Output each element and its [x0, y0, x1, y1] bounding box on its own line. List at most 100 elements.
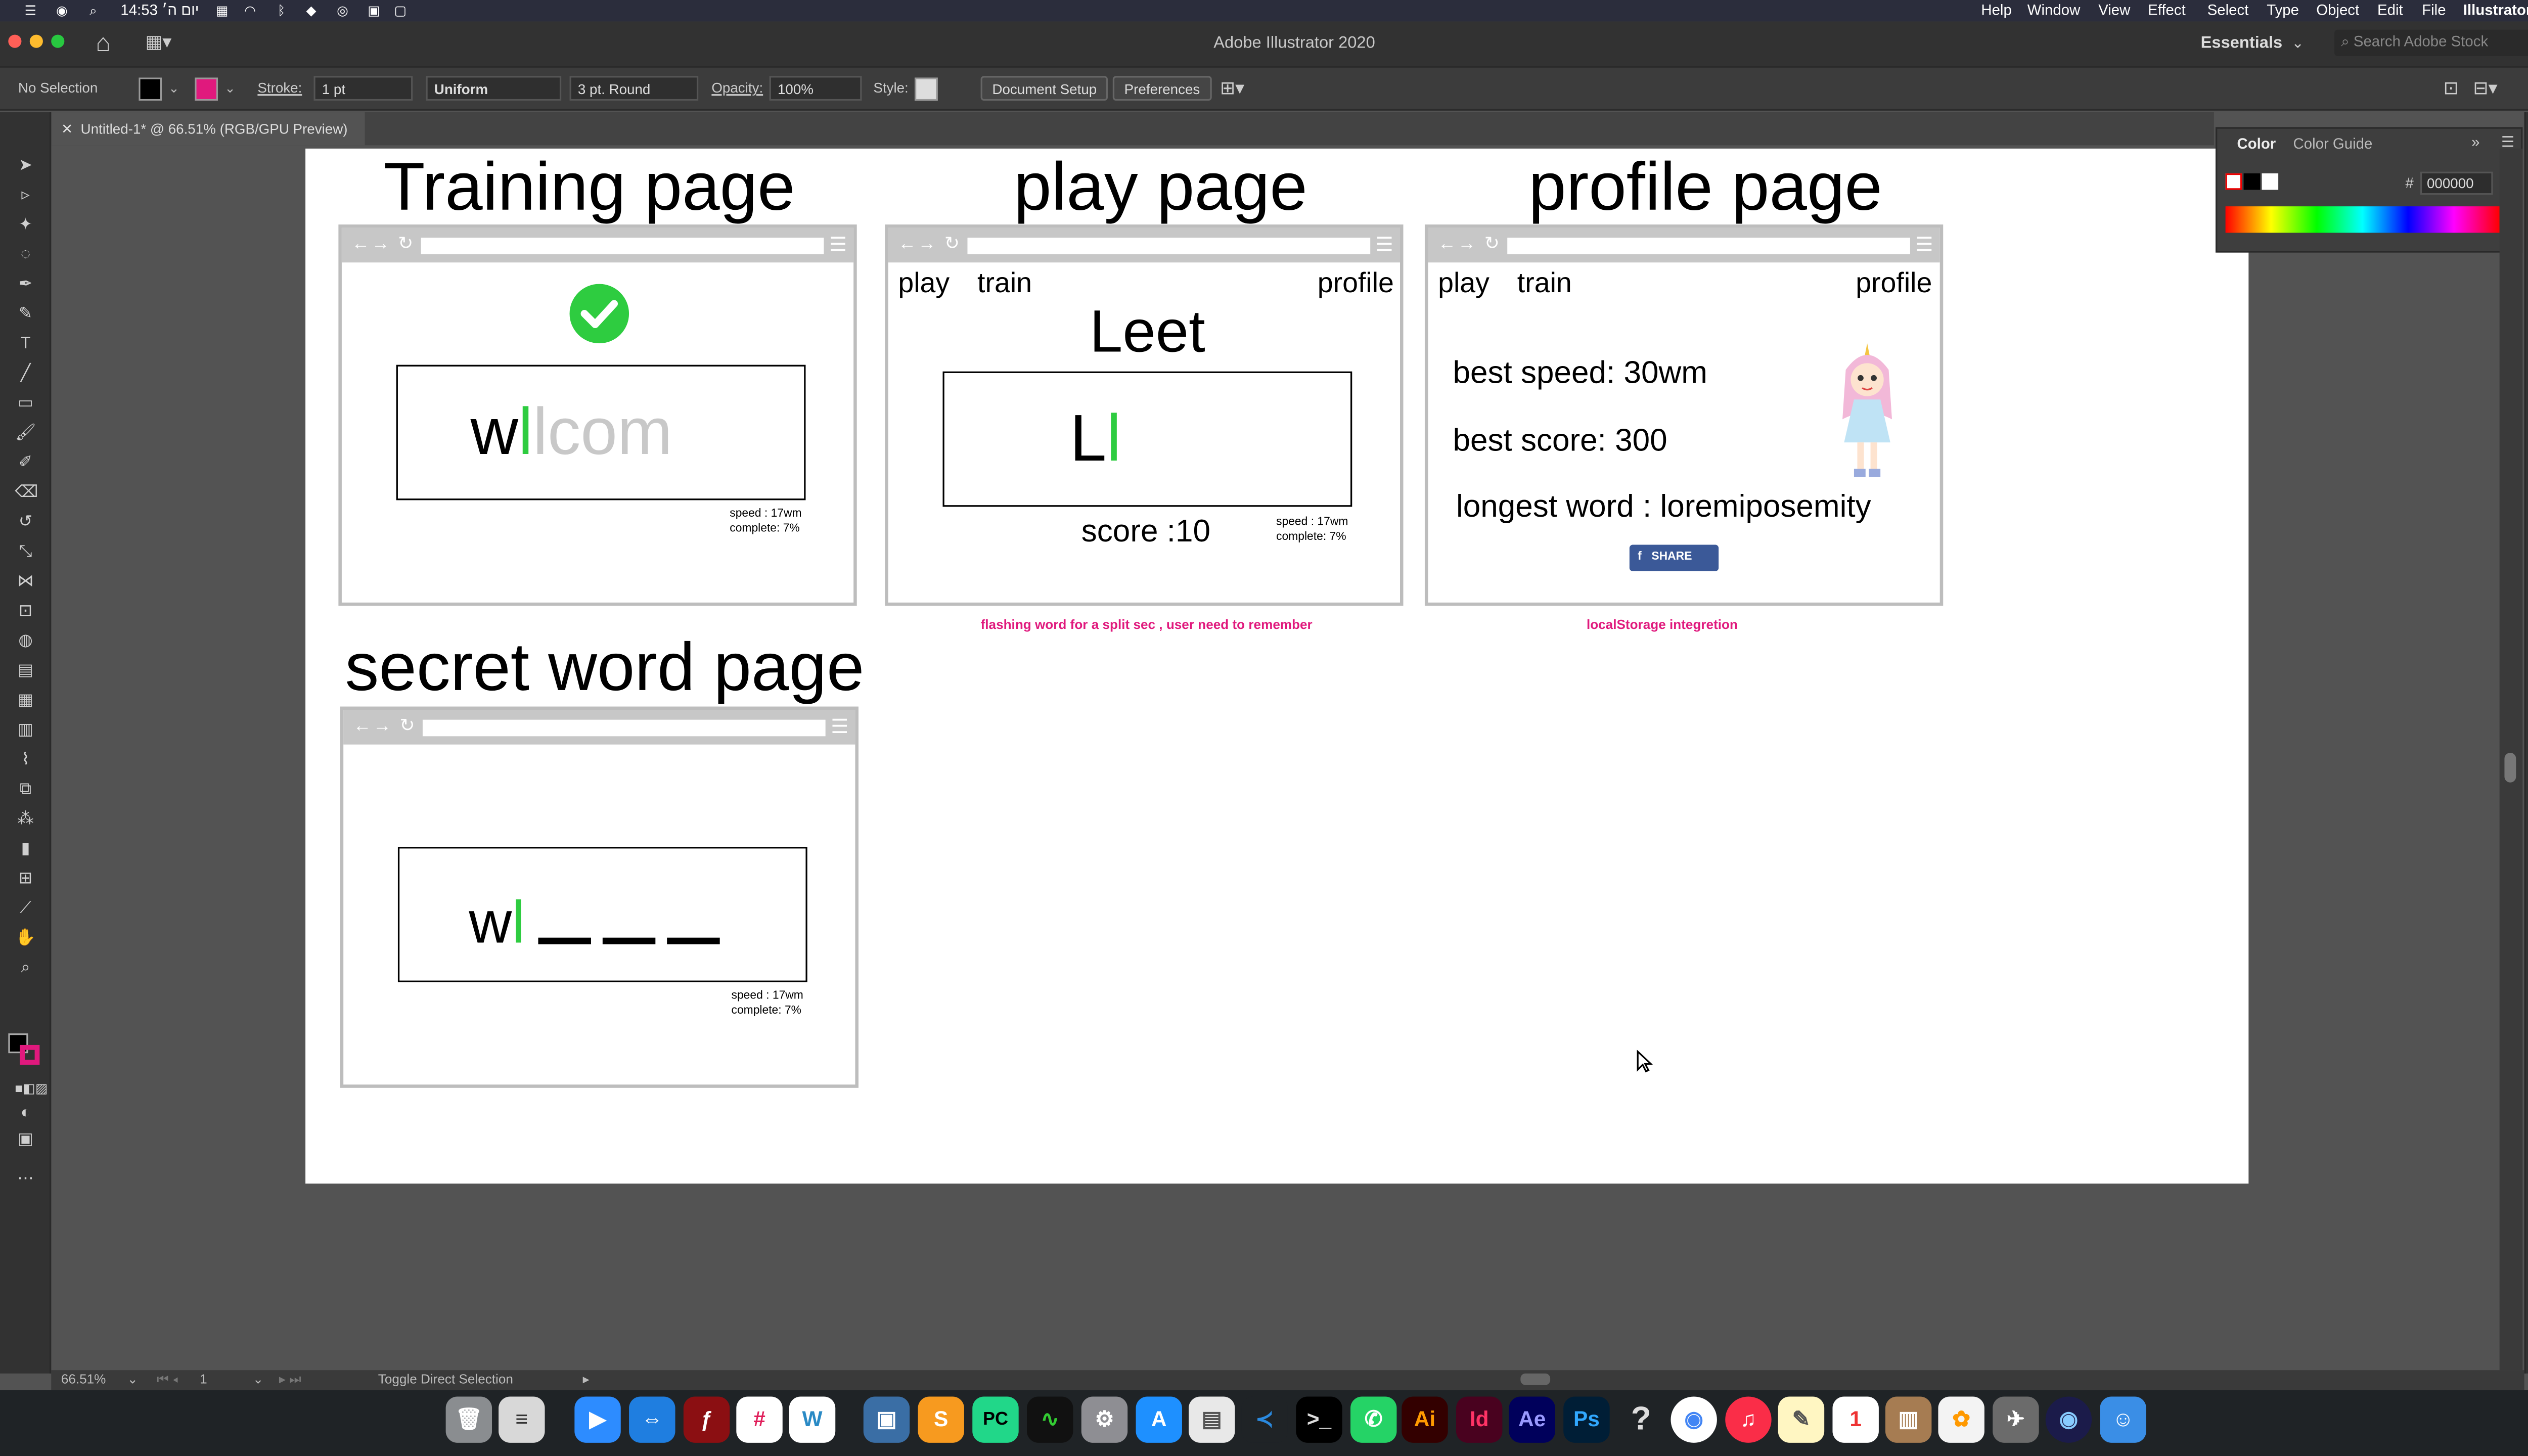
menu-type[interactable]: Type: [2267, 2, 2299, 18]
color-guide-tab[interactable]: Color Guide: [2293, 135, 2373, 152]
zoom-tool-icon[interactable]: ⌕: [15, 958, 36, 979]
search-icon[interactable]: ⌕: [86, 4, 101, 18]
eyedropper-icon[interactable]: ⌇: [15, 749, 36, 770]
document-tab[interactable]: ✕ Untitled-1* @ 66.51% (RGB/GPU Preview): [51, 112, 365, 146]
activity-icon[interactable]: ∿: [1027, 1396, 1073, 1443]
pen-tool-icon[interactable]: ✒: [15, 274, 36, 295]
help-icon[interactable]: ?: [1618, 1396, 1664, 1442]
notes-icon[interactable]: ≡: [499, 1396, 545, 1443]
pycharm-icon[interactable]: PC: [972, 1396, 1019, 1443]
scale-tool-icon[interactable]: ⤡: [15, 541, 36, 563]
slice-tool-icon[interactable]: ⟋: [15, 898, 36, 919]
paintbrush-tool-icon[interactable]: 🖌: [15, 423, 36, 444]
status-menu-icon[interactable]: ▸: [583, 1372, 590, 1386]
chevron-down-icon[interactable]: ⌄: [168, 81, 179, 96]
preview-icon[interactable]: ▤: [1189, 1396, 1235, 1443]
magic-wand-icon[interactable]: ✦: [15, 214, 36, 236]
menu-edit[interactable]: Edit: [2377, 2, 2403, 18]
type-tool-icon[interactable]: T: [15, 334, 36, 355]
horizontal-scroll-thumb[interactable]: [1520, 1373, 1551, 1385]
vscode-icon[interactable]: ≺: [1241, 1396, 1288, 1443]
lasso-icon[interactable]: ◌: [15, 244, 36, 265]
menu-view[interactable]: View: [2098, 2, 2130, 18]
arrange-icon[interactable]: ⊡: [2444, 77, 2459, 99]
graphic-style-swatch[interactable]: [914, 77, 938, 101]
trash-icon[interactable]: 🗑: [445, 1396, 492, 1443]
indesign-icon[interactable]: Id: [1456, 1396, 1503, 1443]
stroke-color-icon[interactable]: [20, 1044, 40, 1065]
chevron-down-icon[interactable]: ⌄: [2291, 35, 2304, 53]
hex-input[interactable]: 000000: [2420, 171, 2493, 195]
eraser-tool-icon[interactable]: ⌫: [15, 482, 38, 503]
mesh-tool-icon[interactable]: ▦: [15, 690, 36, 711]
line-tool-icon[interactable]: ╱: [15, 363, 36, 384]
shaper-tool-icon[interactable]: ✐: [15, 452, 36, 474]
siri-icon[interactable]: ◉: [55, 4, 69, 18]
drawing-mode-icon[interactable]: ◐: [15, 1103, 36, 1124]
chrome-icon[interactable]: ◉: [1671, 1396, 1717, 1443]
zoom-icon[interactable]: ▶: [574, 1396, 621, 1443]
white-swatch[interactable]: [2262, 173, 2279, 190]
list-icon[interactable]: ☰: [23, 4, 38, 18]
wifi-icon[interactable]: ◠: [243, 4, 257, 18]
color-spectrum[interactable]: [2225, 206, 2500, 233]
selection-tool-icon[interactable]: ➤: [15, 155, 36, 176]
finder-icon[interactable]: ☺: [2100, 1396, 2146, 1443]
artboard-nav-prev-icon[interactable]: ⏮ ◂: [157, 1372, 178, 1388]
width-tool-icon[interactable]: ⋈: [15, 571, 36, 593]
calendar-icon[interactable]: 1: [1832, 1396, 1879, 1443]
chevron-down-icon[interactable]: ⌄: [127, 1372, 138, 1386]
scroll-thumb[interactable]: [2504, 752, 2516, 783]
search-stock-input[interactable]: ⌕ Search Adobe Stock: [2334, 29, 2528, 57]
aftereffects-icon[interactable]: Ae: [1509, 1396, 1555, 1443]
fill-swatch[interactable]: [139, 77, 162, 101]
cloud-icon[interactable]: ◎: [335, 4, 350, 18]
chevron-down-icon[interactable]: ⌄: [253, 1372, 264, 1386]
zoom-level[interactable]: 66.51%: [61, 1372, 106, 1386]
virtualbox-icon[interactable]: ▣: [863, 1396, 910, 1443]
variable-width-profile[interactable]: Uniform: [426, 76, 562, 101]
menu-window[interactable]: Window: [2027, 2, 2081, 18]
graph-tool-icon[interactable]: ▮: [15, 839, 36, 860]
bluetooth-icon[interactable]: ᛒ: [274, 4, 289, 18]
zoom-status-icon[interactable]: ▣: [367, 4, 381, 18]
none-swatch[interactable]: [2225, 173, 2242, 190]
rotate-tool-icon[interactable]: ↺: [15, 512, 36, 533]
curvature-tool-icon[interactable]: ✎: [15, 304, 36, 325]
color-mode-icon[interactable]: ■◧▨: [15, 1078, 48, 1099]
hand-tool-icon[interactable]: ✋: [15, 928, 36, 949]
launchpad-icon[interactable]: ✈: [1993, 1396, 2039, 1443]
artboard[interactable]: Training page ←→ ↻ ☰ wllcom speed : 17wm…: [305, 148, 2249, 1184]
document-setup-button[interactable]: Document Setup: [980, 76, 1109, 101]
stroke-weight-input[interactable]: 1 pt: [313, 76, 413, 101]
slack-icon[interactable]: #: [736, 1396, 783, 1443]
app-status-icon[interactable]: ◆: [304, 4, 319, 18]
teamviewer-icon[interactable]: ⇔: [629, 1396, 675, 1443]
screen-mode-icon[interactable]: ▣: [15, 1129, 36, 1150]
align-icon[interactable]: ⊞▾: [1220, 77, 1244, 99]
menu-select[interactable]: Select: [2207, 2, 2249, 18]
flash-icon[interactable]: ƒ: [683, 1396, 730, 1443]
vertical-scrollbar[interactable]: [2499, 148, 2523, 1371]
rectangle-tool-icon[interactable]: ▭: [15, 393, 36, 414]
appstore-icon[interactable]: A: [1136, 1396, 1182, 1443]
more-tools-icon[interactable]: ⋯: [15, 1169, 36, 1190]
direct-selection-tool-icon[interactable]: ▹: [15, 185, 36, 206]
chat-status-icon[interactable]: ▢: [393, 4, 408, 18]
symbol-sprayer-icon[interactable]: ⁂: [15, 809, 36, 830]
menu-object[interactable]: Object: [2316, 2, 2359, 18]
menu-file[interactable]: File: [2422, 2, 2446, 18]
photos-icon[interactable]: ✿: [1938, 1396, 1984, 1443]
webstorm-icon[interactable]: W: [789, 1396, 836, 1443]
brush-definition[interactable]: 3 pt. Round: [569, 76, 699, 101]
preferences-button[interactable]: Preferences: [1112, 76, 1212, 101]
black-swatch[interactable]: [2243, 173, 2261, 190]
blend-tool-icon[interactable]: ⧉: [15, 779, 36, 800]
opacity-label[interactable]: Opacity:: [711, 79, 763, 96]
expand-panel-icon[interactable]: »: [2471, 133, 2479, 150]
notes2-icon[interactable]: ✎: [1778, 1396, 1825, 1443]
whatsapp-icon[interactable]: ✆: [1350, 1396, 1397, 1443]
siri-icon[interactable]: ◉: [2045, 1396, 2092, 1443]
music-icon[interactable]: ♫: [1725, 1396, 1772, 1443]
menu-app[interactable]: Illustrator: [2463, 2, 2528, 18]
